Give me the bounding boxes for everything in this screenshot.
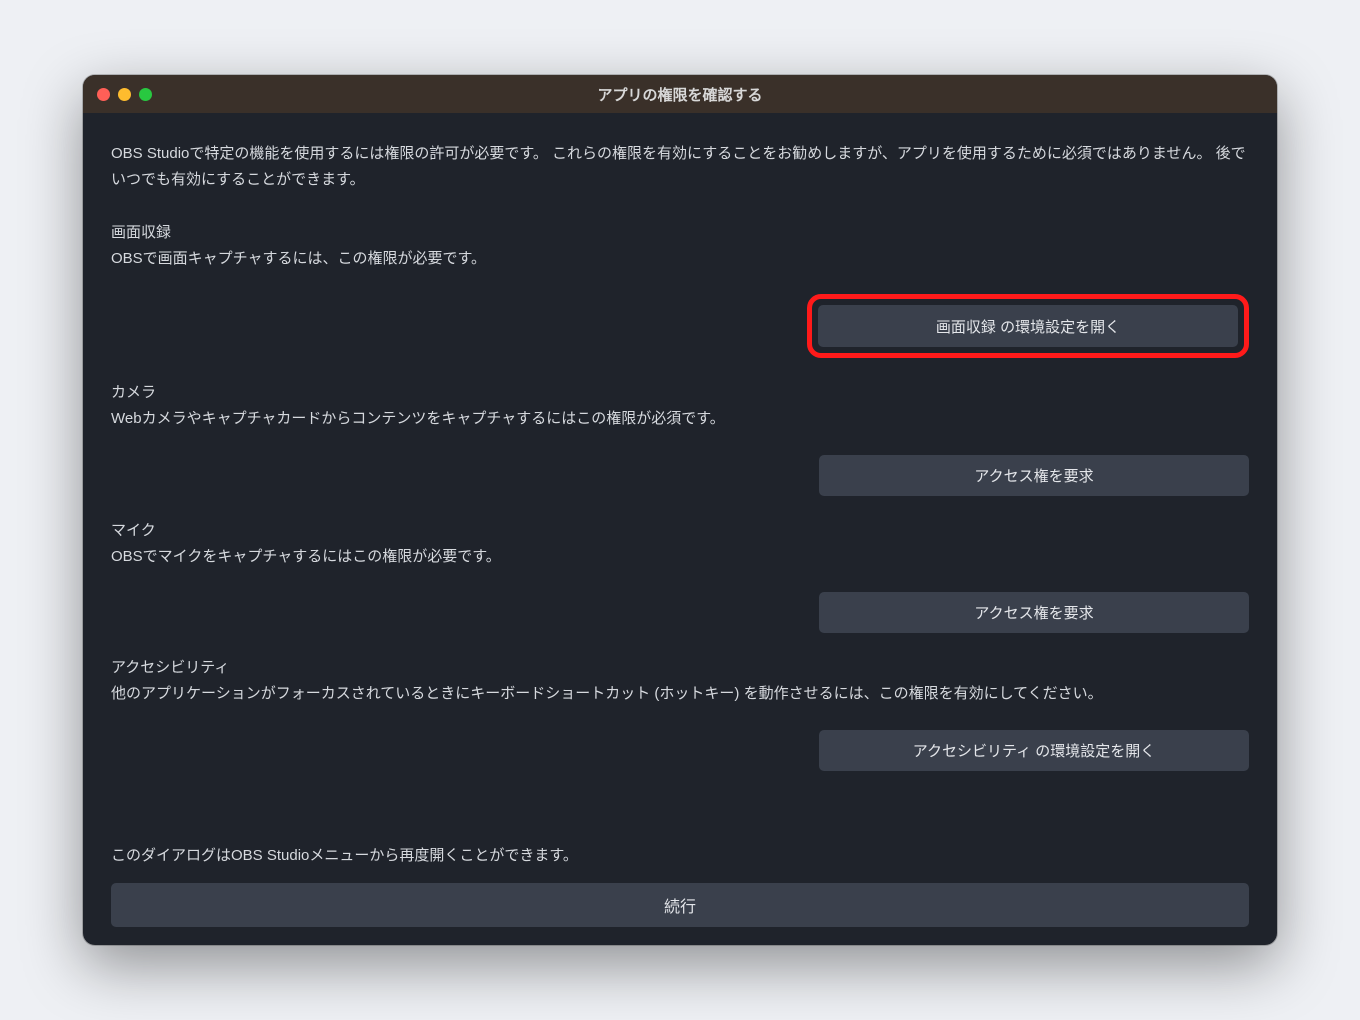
section-screen-recording: 画面収録 OBSで画面キャプチャするには、この権限が必要です。 画面収録 の環境… (111, 220, 1249, 359)
intro-text: OBS Studioで特定の機能を使用するには権限の許可が必要です。 これらの権… (111, 141, 1249, 194)
section-accessibility: アクセシビリティ 他のアプリケーションがフォーカスされているときにキーボードショ… (111, 655, 1249, 771)
request-microphone-access-button[interactable]: アクセス権を要求 (819, 592, 1249, 633)
close-icon[interactable] (97, 88, 110, 101)
section-desc: Webカメラやキャプチャカードからコンテンツをキャプチャするにはこの権限が必須で… (111, 406, 1249, 432)
section-microphone: マイク OBSでマイクをキャプチャするにはこの権限が必要です。 アクセス権を要求 (111, 518, 1249, 634)
section-title: 画面収録 (111, 220, 1249, 246)
button-row: アクセシビリティ の環境設定を開く (111, 730, 1249, 771)
open-accessibility-prefs-button[interactable]: アクセシビリティ の環境設定を開く (819, 730, 1249, 771)
button-row: アクセス権を要求 (111, 592, 1249, 633)
section-desc: OBSでマイクをキャプチャするにはこの権限が必要です。 (111, 544, 1249, 570)
continue-button[interactable]: 続行 (111, 883, 1249, 927)
dialog-content: OBS Studioで特定の機能を使用するには権限の許可が必要です。 これらの権… (83, 113, 1277, 945)
section-desc: OBSで画面キャプチャするには、この権限が必要です。 (111, 246, 1249, 272)
section-camera: カメラ Webカメラやキャプチャカードからコンテンツをキャプチャするにはこの権限… (111, 380, 1249, 496)
window-controls (97, 88, 152, 101)
section-title: アクセシビリティ (111, 655, 1249, 681)
titlebar: アプリの権限を確認する (83, 75, 1277, 113)
button-row: アクセス権を要求 (111, 455, 1249, 496)
minimize-icon[interactable] (118, 88, 131, 101)
window-title: アプリの権限を確認する (597, 84, 762, 105)
section-title: カメラ (111, 380, 1249, 406)
button-row: 画面収録 の環境設定を開く (111, 294, 1249, 358)
highlight-annotation: 画面収録 の環境設定を開く (807, 294, 1249, 358)
maximize-icon[interactable] (139, 88, 152, 101)
request-camera-access-button[interactable]: アクセス権を要求 (819, 455, 1249, 496)
section-desc: 他のアプリケーションがフォーカスされているときにキーボードショートカット (ホッ… (111, 681, 1249, 707)
footer-note: このダイアログはOBS Studioメニューから再度開くことができます。 (111, 843, 1249, 869)
permissions-dialog: アプリの権限を確認する OBS Studioで特定の機能を使用するには権限の許可… (83, 75, 1277, 945)
open-screen-recording-prefs-button[interactable]: 画面収録 の環境設定を開く (818, 305, 1238, 347)
section-title: マイク (111, 518, 1249, 544)
